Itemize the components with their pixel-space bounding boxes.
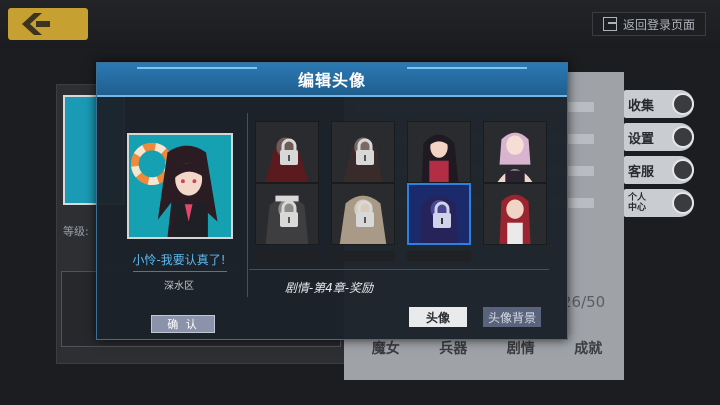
side-item-label: 个人 中心	[628, 193, 647, 213]
lock-icon	[280, 138, 298, 165]
tab-avatar[interactable]: 头像	[409, 307, 467, 327]
avatar-option-selected[interactable]	[407, 183, 471, 245]
side-item-label: 客服	[628, 164, 655, 180]
avatar-option[interactable]	[407, 121, 471, 183]
edit-avatar-dialog: 编辑头像 小怜-我要认真了! 深水区 剧情-第4章-奖励 确 认 头像 头像背景	[96, 62, 568, 340]
category-story[interactable]: 剧情	[507, 338, 535, 358]
avatar-option-locked[interactable]	[255, 121, 319, 183]
back-arrow-icon	[22, 13, 50, 35]
category-achievement[interactable]: 成就	[574, 338, 602, 358]
selected-avatar-area: 深水区	[164, 281, 194, 292]
side-item-label: 收集	[628, 98, 655, 114]
avatar-option-partial[interactable]	[331, 251, 395, 261]
header-decoration	[137, 67, 257, 69]
lock-icon	[280, 200, 298, 227]
back-button[interactable]	[8, 8, 88, 40]
lock-icon	[356, 200, 374, 227]
dialog-title: 编辑头像	[297, 71, 366, 90]
avatar-source-text: 剧情-第4章-奖励	[284, 281, 374, 295]
avatar-option-partial[interactable]	[407, 251, 471, 261]
character-thumbnail	[421, 134, 459, 182]
category-weapon[interactable]: 兵器	[439, 338, 467, 358]
panel-divider	[247, 113, 248, 297]
side-item-profile[interactable]: 个人 中心	[624, 189, 694, 217]
source-divider	[249, 269, 549, 270]
name-divider	[133, 271, 227, 272]
side-item-support[interactable]: 客服	[624, 156, 694, 184]
user-icon	[672, 192, 694, 214]
side-item-collect[interactable]: 收集	[624, 90, 694, 118]
selected-avatar-portrait	[127, 133, 233, 239]
tab-avatar-background[interactable]: 头像背景	[483, 307, 541, 327]
dialog-header: 编辑头像	[97, 63, 567, 97]
headset-icon	[672, 159, 694, 181]
lock-icon	[356, 138, 374, 165]
gear-icon	[672, 126, 694, 148]
avatar-option[interactable]	[483, 183, 547, 245]
header-decoration	[407, 67, 527, 69]
character-thumbnail	[497, 132, 533, 182]
category-witch[interactable]: 魔女	[372, 338, 400, 358]
character-portrait	[130, 142, 218, 237]
lock-icon	[433, 201, 451, 228]
level-label: 等级:	[63, 225, 89, 238]
confirm-button[interactable]: 确 认	[151, 315, 215, 333]
selected-avatar-panel: 小怜-我要认真了! 深水区	[111, 107, 247, 337]
side-menu: 收集 设置 客服 个人 中心	[624, 90, 694, 222]
category-labels: 魔女 兵器 剧情 成就	[352, 338, 622, 358]
avatar-option[interactable]	[483, 121, 547, 183]
side-item-settings[interactable]: 设置	[624, 123, 694, 151]
selected-avatar-name: 小怜-我要认真了!	[132, 253, 226, 267]
side-item-label: 设置	[628, 131, 655, 147]
avatar-option-locked[interactable]	[255, 183, 319, 245]
collection-count: 26/50	[562, 293, 606, 311]
avatar-option-locked[interactable]	[331, 121, 395, 183]
return-login-label: 返回登录页面	[622, 17, 695, 32]
avatar-option-locked[interactable]	[331, 183, 395, 245]
character-thumbnail	[499, 194, 531, 244]
logout-icon	[602, 17, 617, 31]
avatar-option-partial[interactable]	[255, 251, 319, 261]
return-login-button[interactable]: 返回登录页面	[591, 12, 706, 36]
clock-icon	[672, 93, 694, 115]
